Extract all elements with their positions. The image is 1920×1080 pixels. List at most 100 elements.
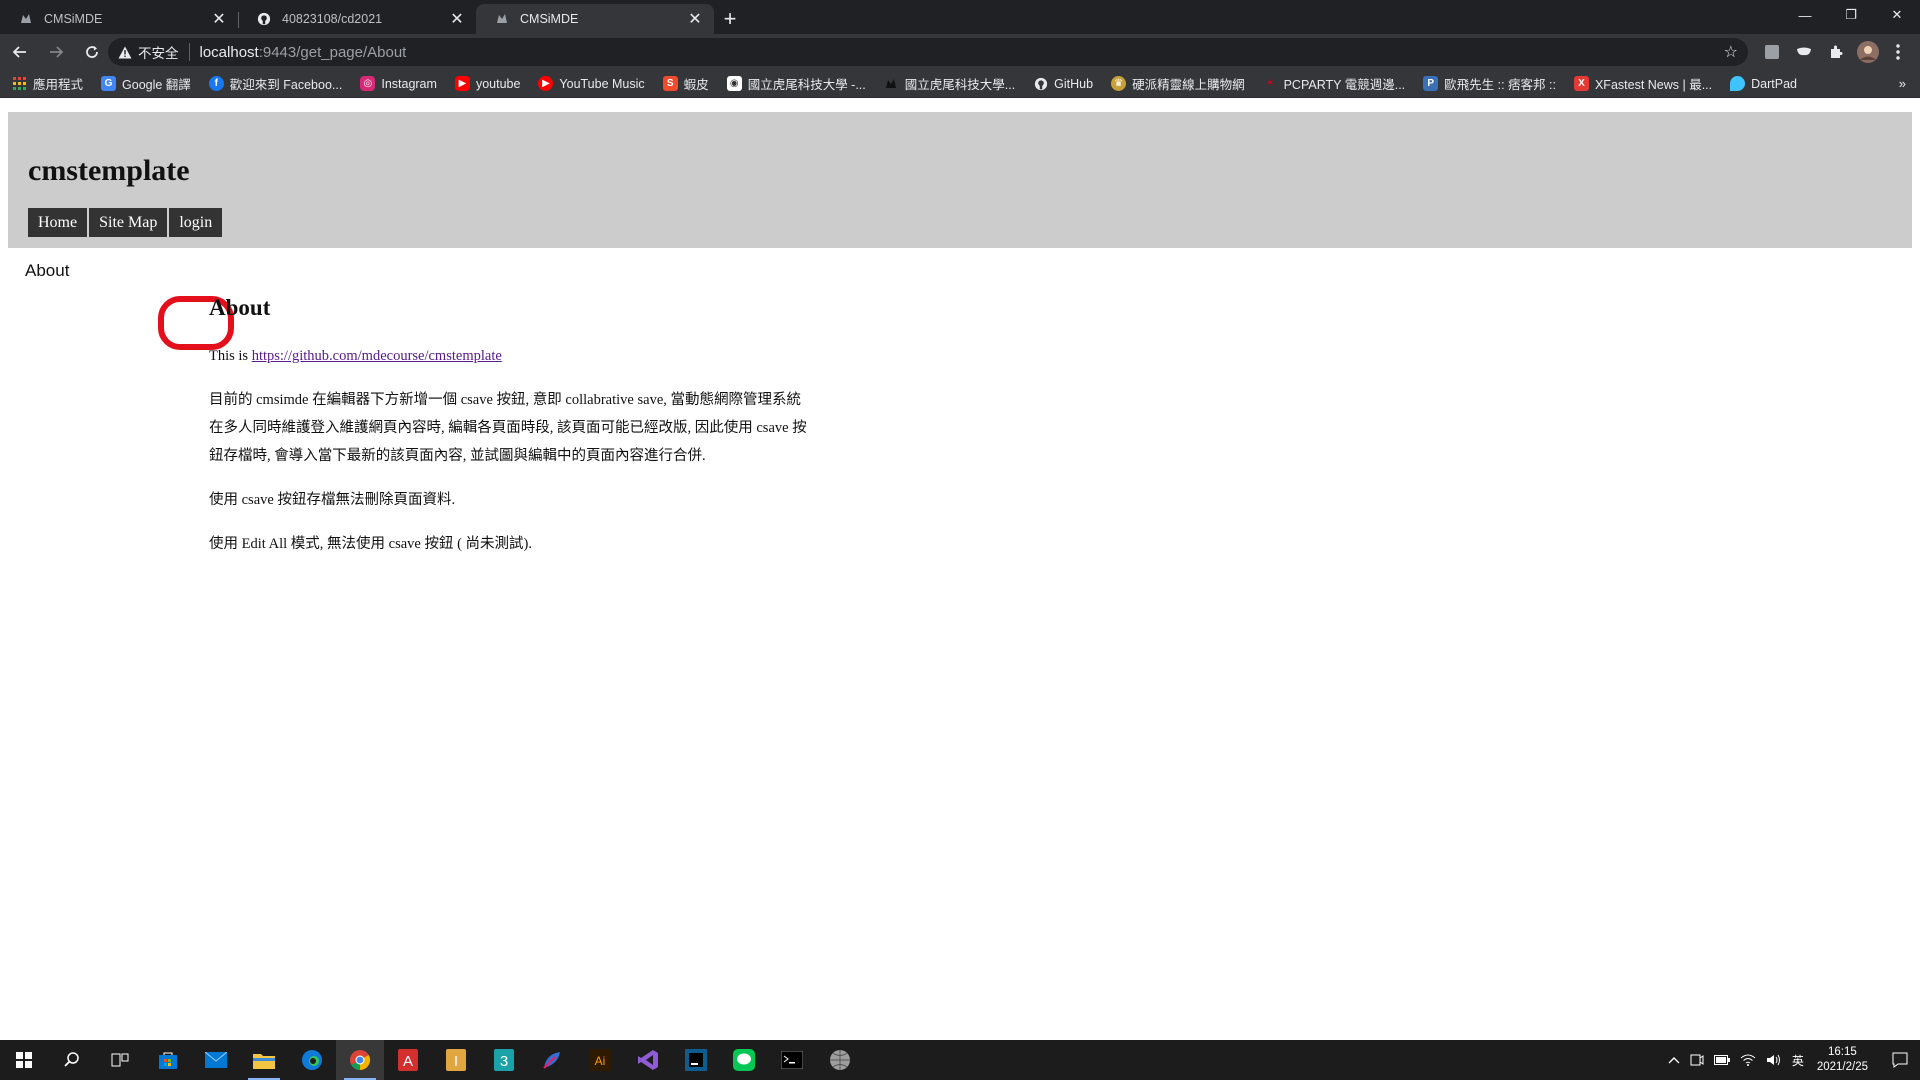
search-icon[interactable] (48, 1040, 96, 1080)
feather-app-icon[interactable] (528, 1040, 576, 1080)
chrome-icon[interactable] (336, 1040, 384, 1080)
visual-studio-icon[interactable] (624, 1040, 672, 1080)
close-icon[interactable]: ✕ (448, 10, 466, 28)
bookmark-label: YouTube Music (559, 76, 645, 91)
tab-cmsimde-1[interactable]: CMSiMDE ✕ (0, 4, 238, 34)
bookmark-youtube-music[interactable]: ▶ YouTube Music (538, 76, 645, 91)
illustrator-icon[interactable]: Ai (576, 1040, 624, 1080)
instagram-icon: ◎ (360, 76, 376, 91)
content-paragraph-2: 使用 csave 按鈕存檔無法刪除頁面資料. (209, 492, 456, 508)
bookmark-pixnet[interactable]: P 歐飛先生 :: 痞客邦 :: (1423, 74, 1556, 93)
extension-square-icon[interactable] (1756, 34, 1788, 70)
bookmark-pcparty[interactable]: ✶ PCPARTY 電競週邊... (1263, 74, 1405, 93)
bookmark-nfu-1[interactable]: ◉ 國立虎尾科技大學 -... (726, 74, 866, 93)
bookmark-dartpad[interactable]: DartPad (1730, 76, 1797, 91)
cms-favicon-icon (884, 76, 899, 91)
taskbar-clock[interactable]: 16:15 2021/2/25 (1817, 1045, 1868, 1075)
window-controls: — ❐ ✕ (1782, 0, 1920, 30)
minimize-icon[interactable]: — (1782, 0, 1828, 30)
meet-now-icon[interactable] (1690, 1054, 1704, 1066)
tab-github-repo[interactable]: 40823108/cd2021 ✕ (238, 4, 476, 34)
file-explorer-icon[interactable] (240, 1040, 288, 1080)
nav-site-map-link[interactable]: Site Map (89, 208, 168, 237)
bookmark-star-icon[interactable]: ☆ (1724, 42, 1738, 62)
github-icon (1033, 76, 1048, 91)
profile-avatar[interactable] (1852, 34, 1884, 70)
input-language-indicator[interactable]: 英 (1792, 1052, 1804, 1069)
address-separator (188, 43, 190, 61)
site-nav: Home Site Map login (28, 208, 224, 237)
pixnet-icon: P (1423, 76, 1439, 91)
svg-text:A: A (403, 1053, 413, 1070)
new-tab-button[interactable]: + (714, 4, 746, 34)
acrobat-icon[interactable]: A (384, 1040, 432, 1080)
warning-icon[interactable] (118, 45, 132, 59)
bookmark-label: youtube (475, 76, 521, 91)
apps-grid-icon (12, 76, 27, 91)
bookmark-facebook[interactable]: f 歡迎來到 Faceboo... (208, 74, 343, 93)
clock-time: 16:15 (1828, 1046, 1857, 1058)
bookmark-xfastest[interactable]: X XFastest News | 最... (1573, 74, 1712, 93)
bookmark-label: 硬派精靈線上購物網 (1132, 78, 1245, 92)
breadcrumb: About (25, 261, 70, 280)
line-icon[interactable] (720, 1040, 768, 1080)
security-label[interactable]: 不安全 (138, 42, 179, 62)
restore-icon[interactable]: ❐ (1828, 0, 1874, 30)
close-window-icon[interactable]: ✕ (1874, 0, 1920, 30)
bookmark-instagram[interactable]: ◎ Instagram (360, 76, 437, 91)
url-host: localhost (199, 43, 259, 61)
youtube-icon: ▶ (454, 76, 470, 91)
app-3-icon[interactable]: 3 (480, 1040, 528, 1080)
bookmark-nfu-2[interactable]: 國立虎尾科技大學... (884, 74, 1015, 93)
tab-title: CMSiMDE (44, 12, 103, 26)
notification-center-icon[interactable] (1880, 1040, 1920, 1080)
reload-icon[interactable] (76, 36, 108, 68)
terminal-icon[interactable] (768, 1040, 816, 1080)
nav-home-link[interactable]: Home (28, 208, 88, 237)
bookmark-shopee[interactable]: S 蝦皮 (662, 74, 709, 93)
site-header: cmstemplate Home Site Map login (8, 112, 1912, 248)
globe-app-icon[interactable] (816, 1040, 864, 1080)
facebook-icon: f (208, 76, 224, 91)
close-icon[interactable]: ✕ (210, 10, 228, 28)
bookmark-label: Instagram (381, 76, 437, 91)
extension-mask-icon[interactable] (1788, 34, 1820, 70)
bookmark-label: 國立虎尾科技大學 -... (747, 78, 866, 92)
edge-icon[interactable] (288, 1040, 336, 1080)
bookmark-youtube[interactable]: ▶ youtube (454, 76, 521, 91)
forward-icon[interactable] (40, 36, 72, 68)
mail-icon[interactable] (192, 1040, 240, 1080)
back-icon[interactable] (4, 36, 36, 68)
menu-kebab-icon[interactable] (1882, 34, 1914, 70)
bookmark-label: GitHub (1054, 76, 1094, 91)
store-icon[interactable] (144, 1040, 192, 1080)
bookmark-coolpc[interactable]: ♛ 硬派精靈線上購物網 (1111, 74, 1245, 93)
intro-text: This is (209, 348, 252, 364)
svg-text:Ai: Ai (595, 1054, 606, 1068)
bookmarks-overflow-button[interactable]: » (1899, 76, 1906, 91)
address-bar[interactable]: 不安全 localhost:9443/get_page/About ☆ (108, 38, 1748, 66)
bookmark-label: 歡迎來到 Faceboo... (229, 78, 343, 92)
system-tray: 英 16:15 2021/2/25 (1663, 1040, 1920, 1080)
dartpad-icon (1730, 76, 1746, 91)
bookmark-github[interactable]: GitHub (1033, 76, 1093, 91)
close-icon[interactable]: ✕ (686, 10, 704, 28)
chevron-up-icon[interactable] (1668, 1056, 1680, 1064)
bookmark-google-translate[interactable]: G Google 翻譯 (101, 74, 191, 93)
bookmark-apps[interactable]: 應用程式 (12, 74, 83, 93)
windows-start-icon[interactable] (0, 1040, 48, 1080)
task-view-icon[interactable] (96, 1040, 144, 1080)
browser-toolbar: 不安全 localhost:9443/get_page/About ☆ (0, 34, 1920, 70)
intellij-icon[interactable] (672, 1040, 720, 1080)
youtube-music-icon: ▶ (538, 76, 554, 91)
extensions-puzzle-icon[interactable] (1820, 34, 1852, 70)
volume-icon[interactable] (1766, 1054, 1782, 1066)
battery-icon[interactable] (1713, 1055, 1730, 1065)
tab-cmsimde-active[interactable]: CMSiMDE ✕ (476, 4, 714, 34)
cmstemplate-repo-link[interactable]: https://github.com/mdecourse/cmstemplate (252, 348, 502, 364)
nav-login-link[interactable]: login (169, 208, 223, 237)
main-content: About This is https://github.com/mdecour… (209, 295, 809, 574)
inventor-icon[interactable]: I (432, 1040, 480, 1080)
github-icon (256, 11, 272, 27)
wifi-icon[interactable] (1740, 1054, 1756, 1066)
